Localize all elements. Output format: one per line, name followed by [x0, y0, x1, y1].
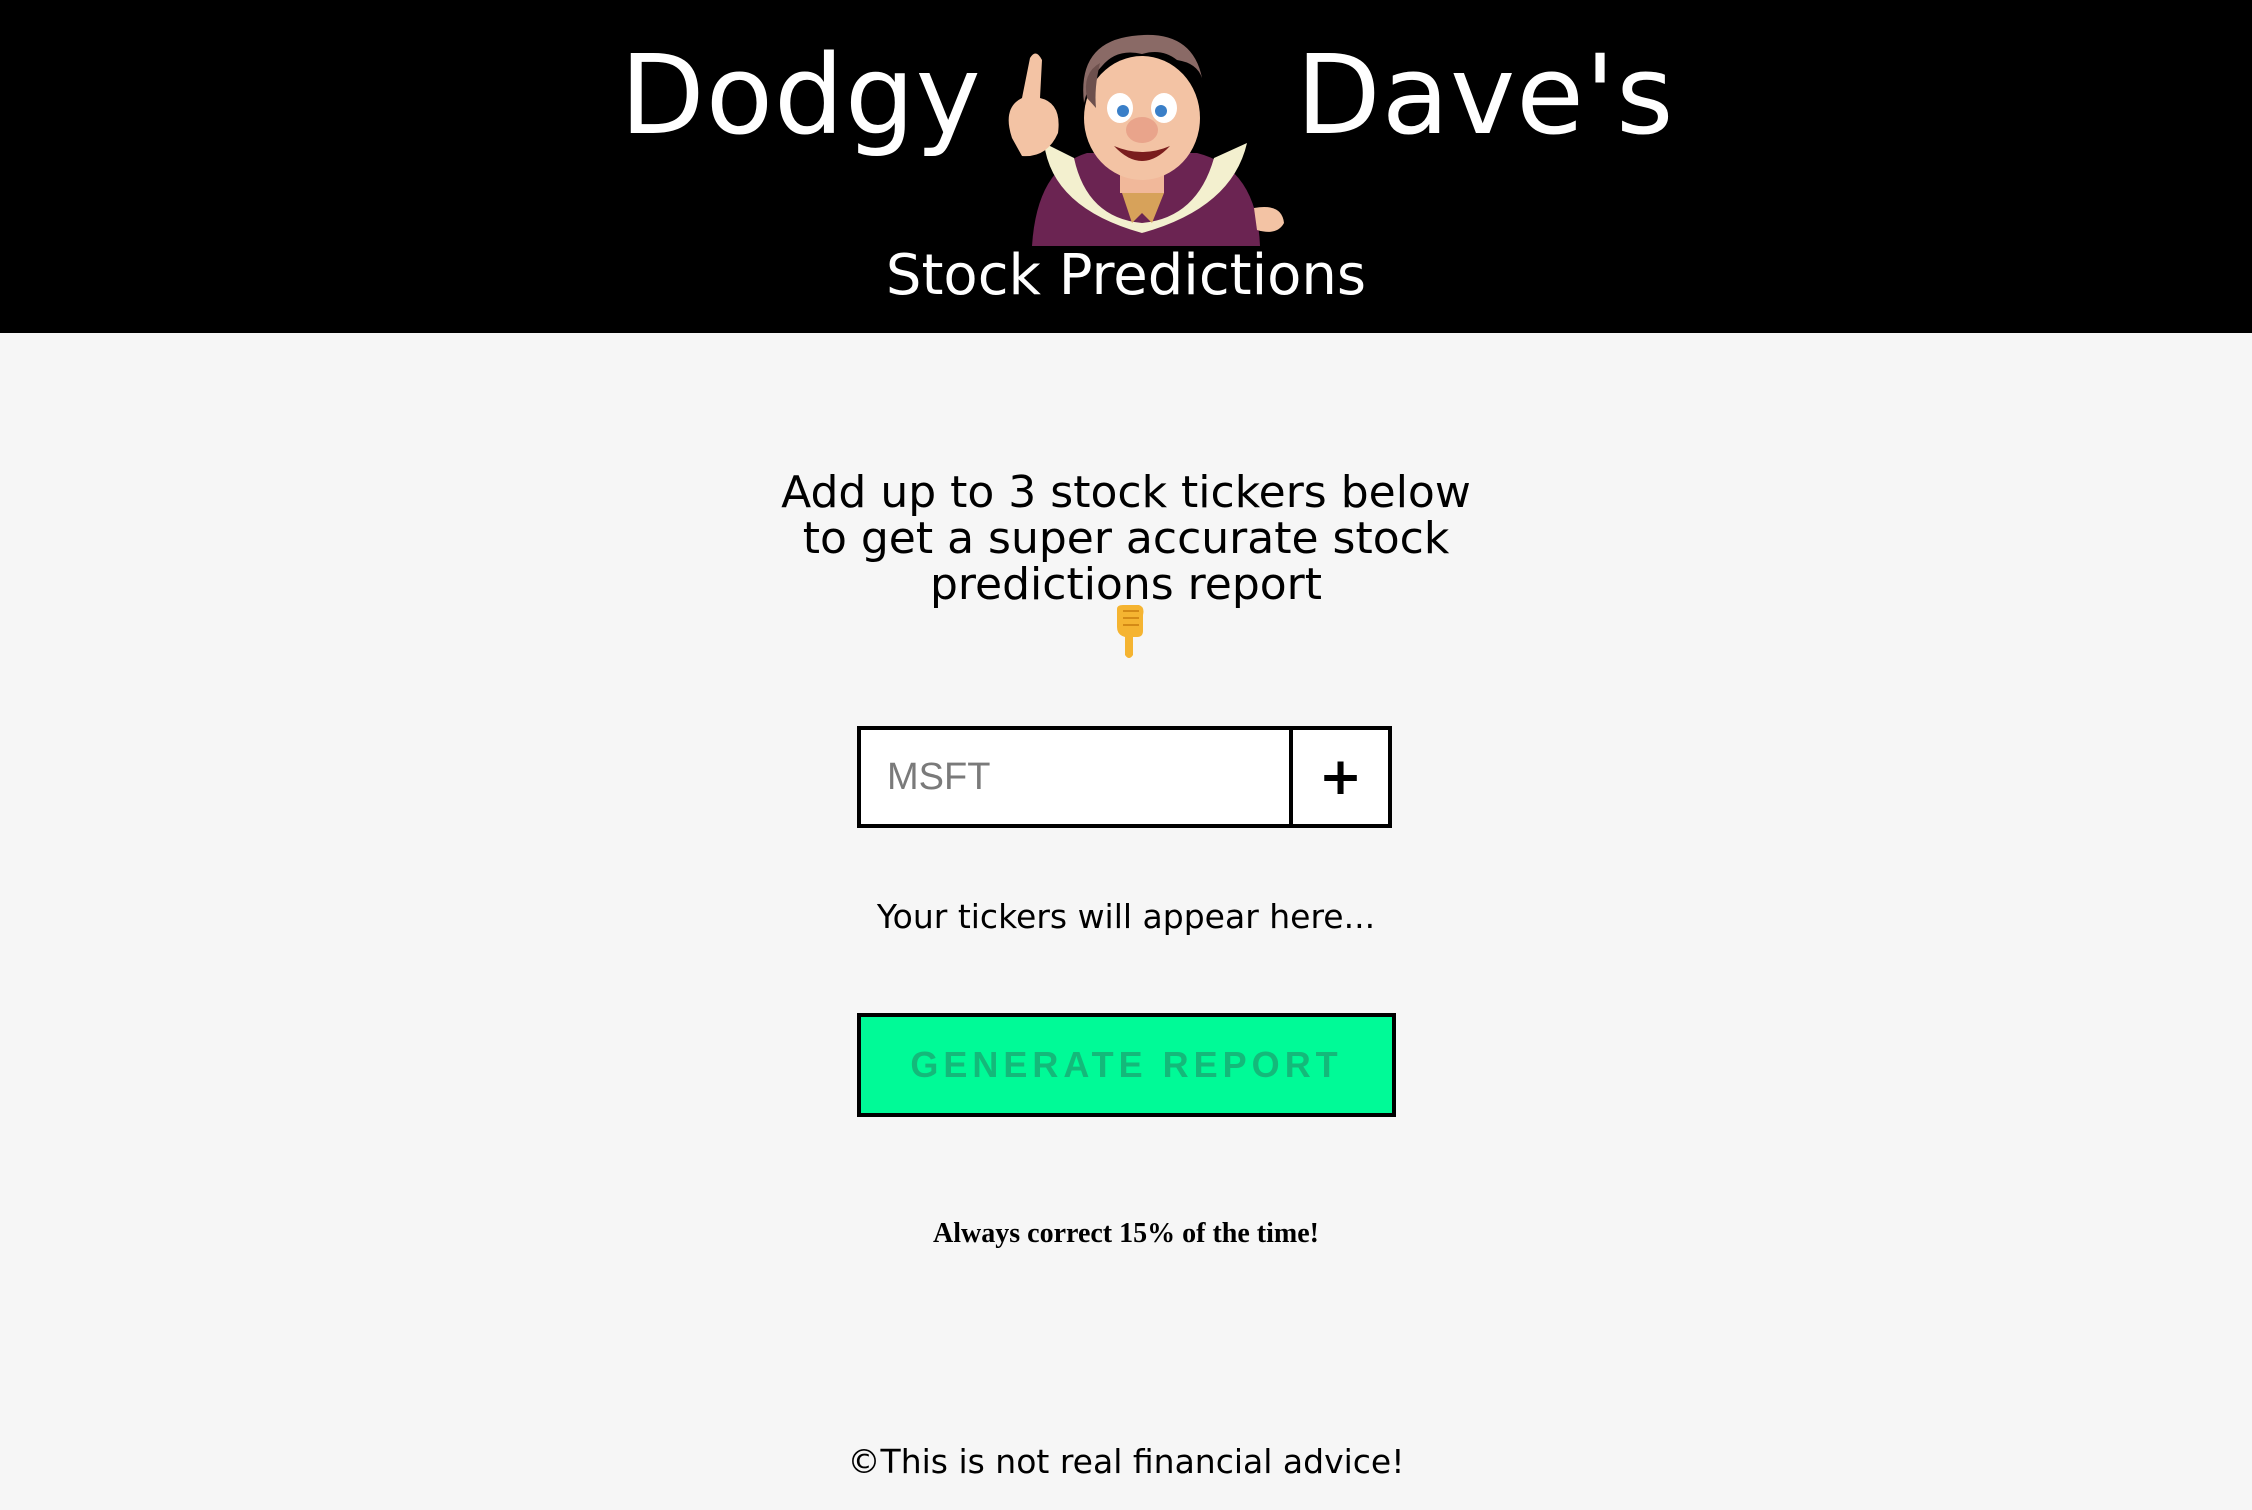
add-ticker-button[interactable]: +	[1291, 726, 1392, 828]
tagline: Always correct 15% of the time!	[933, 1218, 1319, 1249]
footer-disclaimer: ©This is not real financial advice!	[847, 1442, 1405, 1481]
ticker-input[interactable]	[857, 726, 1291, 828]
tickers-placeholder: Your tickers will appear here...	[876, 897, 1376, 936]
generate-report-button[interactable]: GENERATE REPORT	[857, 1013, 1396, 1117]
ticker-input-row: +	[857, 726, 1392, 828]
logo-word-left: Dodgy	[620, 31, 982, 159]
cartoon-man-pointing-icon	[1008, 34, 1284, 246]
logo-subtitle: Stock Predictions	[885, 243, 1367, 308]
intro-text: Add up to 3 stock tickers below to get a…	[781, 467, 1471, 610]
pointing-down-hand-icon	[1117, 605, 1144, 658]
site-header: Dodgy Dave's Stock Predictions	[0, 0, 2252, 333]
logo-word-right: Dave's	[1296, 31, 1675, 159]
